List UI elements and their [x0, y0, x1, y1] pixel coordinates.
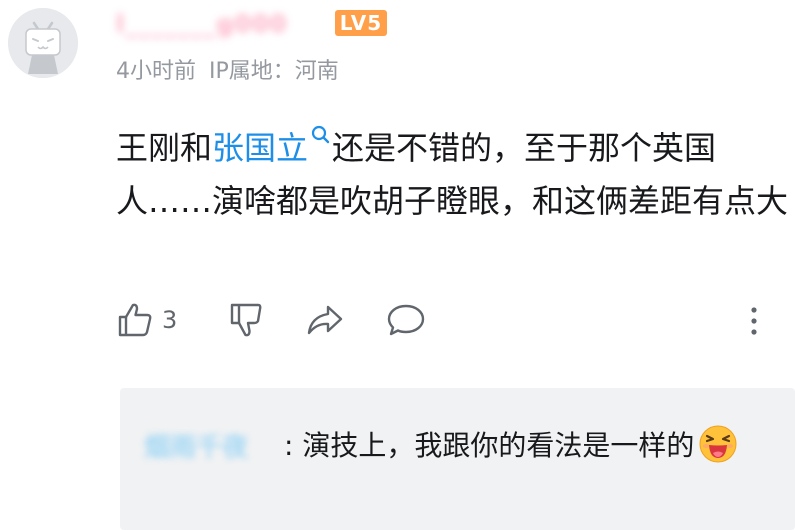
- comment-text-before: 王刚和: [116, 129, 213, 167]
- reply-content: : 演技上，我跟你的看法是一样的: [144, 420, 744, 472]
- thumbs-up-icon: [118, 303, 152, 337]
- reply-colon: :: [284, 429, 294, 462]
- comment-content: 王刚和张国立 还是不错的，至于那个英国人……演啥都是吹胡子瞪眼，和这俩差距有点大: [116, 122, 790, 228]
- ip-location: IP属地：河南: [209, 59, 339, 84]
- like-button[interactable]: 3: [116, 298, 177, 342]
- tv-avatar-icon: [8, 8, 78, 78]
- like-count: 3: [162, 306, 178, 334]
- reply-button[interactable]: [386, 298, 426, 342]
- comment-actions: 3: [116, 298, 786, 342]
- more-button[interactable]: [744, 298, 764, 342]
- more-vertical-icon: [751, 307, 757, 335]
- comment-icon: [387, 304, 425, 336]
- search-link[interactable]: 张国立: [212, 129, 308, 167]
- comment-meta: 4小时前 IP属地：河南: [116, 53, 339, 85]
- level-badge: LV5: [335, 10, 387, 36]
- search-icon[interactable]: [310, 124, 332, 154]
- laughing-emoji-icon: [699, 425, 737, 463]
- comment-time: 4小时前: [116, 59, 196, 84]
- reply-text: 演技上，我跟你的看法是一样的: [302, 429, 695, 462]
- username[interactable]: l_______g000: [116, 11, 288, 37]
- share-icon: [307, 305, 343, 335]
- avatar[interactable]: [8, 8, 78, 78]
- dislike-button[interactable]: [226, 298, 264, 342]
- share-button[interactable]: [305, 298, 345, 342]
- reply-preview[interactable]: 烟雨千夜 : 演技上，我跟你的看法是一样的: [120, 388, 795, 530]
- thumbs-down-icon: [230, 303, 262, 337]
